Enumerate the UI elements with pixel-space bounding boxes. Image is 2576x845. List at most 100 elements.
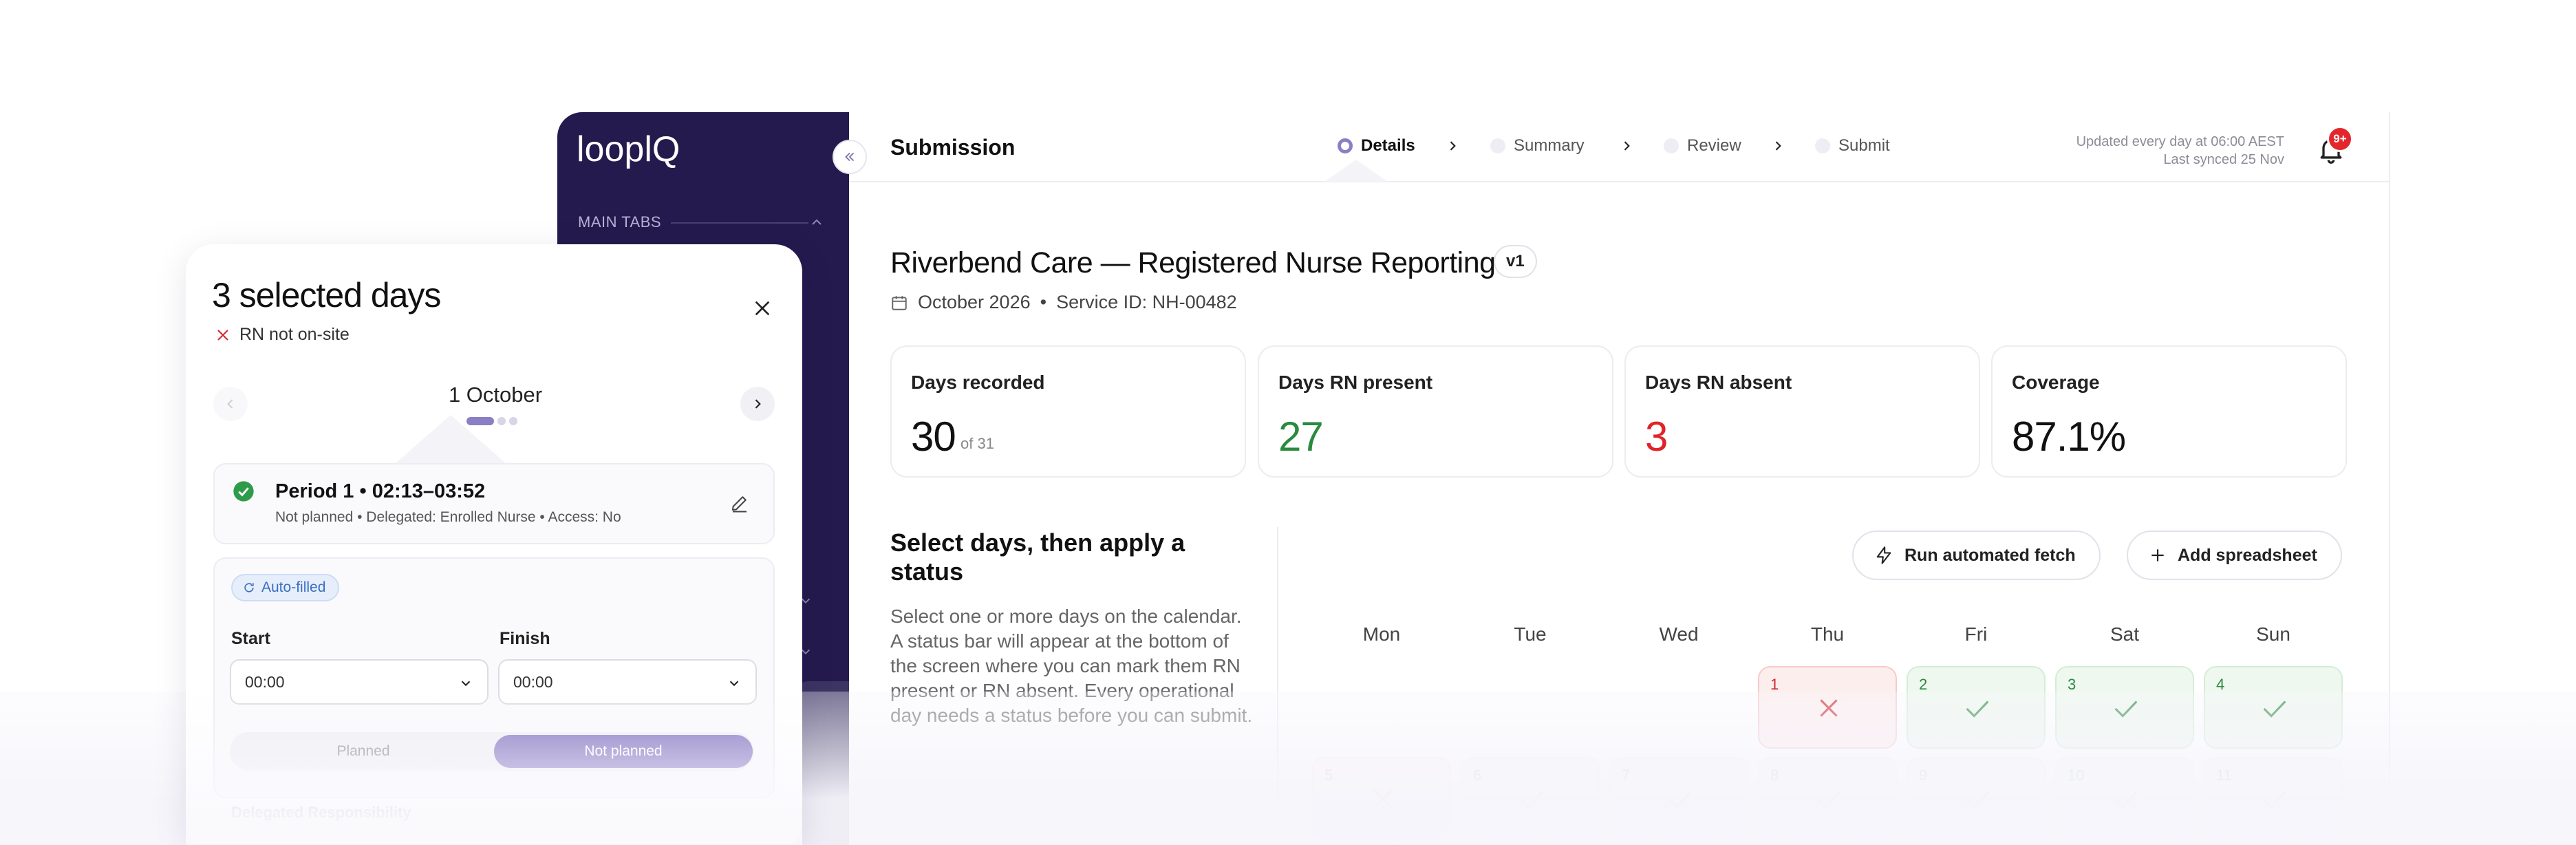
- day-number: 9: [1919, 767, 1928, 784]
- stat-label: Days RN present: [1278, 372, 1433, 393]
- check-icon: [2263, 700, 2286, 718]
- cross-icon: [1374, 790, 1392, 808]
- day-number: 1: [1770, 676, 1779, 693]
- check-icon: [1966, 791, 1989, 809]
- chevron-up-icon[interactable]: [808, 214, 825, 231]
- day-number: 5: [1324, 767, 1333, 784]
- weekday-fri: Fri: [1964, 623, 1988, 645]
- weekday-thu: Thu: [1810, 623, 1845, 645]
- notification-badge[interactable]: 9+: [2327, 126, 2353, 152]
- page-title: Submission: [890, 135, 1016, 160]
- update-schedule: Updated every day at 06:00 AEST: [2076, 134, 2284, 149]
- report-title: Riverbend Care — Registered Nurse Report…: [890, 246, 1496, 279]
- period-card[interactable]: [213, 463, 775, 544]
- stat-coverage: Coverage 87.1%: [1991, 345, 2347, 478]
- calendar-day[interactable]: 2: [1907, 666, 2046, 749]
- day-number: 11: [2216, 767, 2232, 784]
- step-label: Summary: [1514, 136, 1585, 155]
- stat-label: Days recorded: [911, 372, 1045, 393]
- chevron-right-icon: [1450, 141, 1456, 151]
- calendar-day[interactable]: 3: [2055, 666, 2194, 749]
- main-tabs-divider: [671, 222, 808, 224]
- weekday-sun: Sun: [2256, 623, 2290, 645]
- service-id: Service ID: NH-00482: [1056, 292, 1237, 312]
- start-label: Start: [231, 629, 270, 648]
- meta-separator: •: [1040, 292, 1047, 312]
- version-badge[interactable]: v1: [1494, 245, 1537, 278]
- sync-status: Updated every day at 06:00 AEST Last syn…: [2076, 133, 2284, 169]
- stat-value: 87.1%: [2012, 414, 2126, 460]
- calendar-day[interactable]: 1: [1758, 666, 1897, 749]
- plus-icon: [2151, 549, 2164, 561]
- stat-label: Days RN absent: [1645, 372, 1792, 393]
- pager-dot[interactable]: [497, 417, 506, 425]
- calendar-day[interactable]: 11: [2204, 757, 2343, 839]
- close-icon[interactable]: [751, 297, 773, 319]
- brand-logo[interactable]: looplQ: [577, 128, 700, 172]
- chevron-down-icon: [461, 681, 471, 687]
- next-day-button[interactable]: [740, 387, 775, 421]
- chevron-left-icon: [227, 399, 233, 409]
- calendar-instructions: Select one or more days on the calendar.…: [890, 606, 1253, 726]
- calendar-icon: [892, 295, 907, 310]
- svg-text:looplQ: looplQ: [577, 129, 680, 169]
- select-value: 00:00: [513, 672, 553, 691]
- button-label: Add spreadsheet: [2178, 545, 2317, 565]
- calendar-day[interactable]: 6: [1461, 757, 1600, 839]
- calendar-day[interactable]: 5: [1312, 757, 1451, 839]
- run-automated-fetch-button[interactable]: Run automated fetch: [1852, 531, 2101, 580]
- select-value: 00:00: [245, 672, 285, 691]
- add-spreadsheet-button[interactable]: Add spreadsheet: [2127, 531, 2342, 580]
- cross-icon: [217, 329, 228, 341]
- step-indicator: [1338, 138, 1353, 153]
- start-time-select[interactable]: 00:00: [230, 659, 489, 705]
- stat-label: Coverage: [2012, 372, 2100, 393]
- calendar-day[interactable]: 9: [1907, 757, 2046, 839]
- period-details: Not planned • Delegated: Enrolled Nurse …: [275, 509, 621, 525]
- badge-label: Auto-filled: [261, 579, 326, 595]
- period-title: Period 1 • 02:13–03:52: [275, 480, 486, 502]
- step-indicator: [1815, 138, 1830, 153]
- finish-time-select[interactable]: 00:00: [498, 659, 757, 705]
- stat-value: 30: [911, 414, 956, 460]
- not-planned-option[interactable]: Not planned: [494, 735, 753, 768]
- calendar-day[interactable]: 4: [2204, 666, 2343, 749]
- day-number: 8: [1770, 767, 1779, 784]
- calendar-day[interactable]: 7: [1609, 757, 1748, 839]
- delegated-heading: Delegated Responsibility: [231, 804, 411, 821]
- panel-title: 3 selected days: [212, 276, 441, 314]
- day-pager: [466, 417, 517, 425]
- collapse-sidebar-button[interactable]: [833, 140, 867, 174]
- button-label: Run automated fetch: [1904, 545, 2076, 565]
- last-synced: Last synced 25 Nov: [2163, 152, 2284, 167]
- sidebar-active-item[interactable]: [798, 681, 849, 845]
- check-icon: [1966, 700, 1989, 718]
- step-indicator: [1490, 138, 1505, 153]
- report-meta: October 2026 • Service ID: NH-00482: [890, 292, 1237, 313]
- step-submit[interactable]: Submit: [1815, 136, 1890, 156]
- pager-dot[interactable]: [509, 417, 517, 425]
- pencil-icon[interactable]: [729, 493, 750, 513]
- step-label: Details: [1361, 136, 1415, 155]
- panel-date: 1 October: [448, 383, 543, 407]
- step-details[interactable]: Details: [1338, 136, 1415, 156]
- step-label: Submit: [1838, 136, 1890, 155]
- previous-day-button[interactable]: [213, 387, 248, 421]
- calendar-day[interactable]: 10: [2055, 757, 2194, 839]
- planned-option[interactable]: Planned: [234, 735, 493, 768]
- chevron-right-icon: [1775, 141, 1781, 151]
- check-icon: [2263, 791, 2286, 809]
- pager-dot-active[interactable]: [466, 417, 494, 425]
- step-review[interactable]: Review: [1664, 136, 1741, 156]
- step-pointer: [1324, 160, 1388, 182]
- weekday-tue: Tue: [1514, 623, 1547, 645]
- step-label: Review: [1687, 136, 1741, 155]
- chevrons-left-icon: [845, 152, 855, 162]
- status-label: RN not on-site: [239, 325, 350, 344]
- chevron-down-icon: [729, 681, 739, 687]
- check-icon: [1668, 791, 1692, 809]
- stat-days-recorded: Days recorded 30 of 31: [890, 345, 1246, 478]
- calendar-day[interactable]: 8: [1758, 757, 1897, 839]
- step-summary[interactable]: Summary: [1490, 136, 1585, 156]
- check-icon: [1817, 791, 1840, 809]
